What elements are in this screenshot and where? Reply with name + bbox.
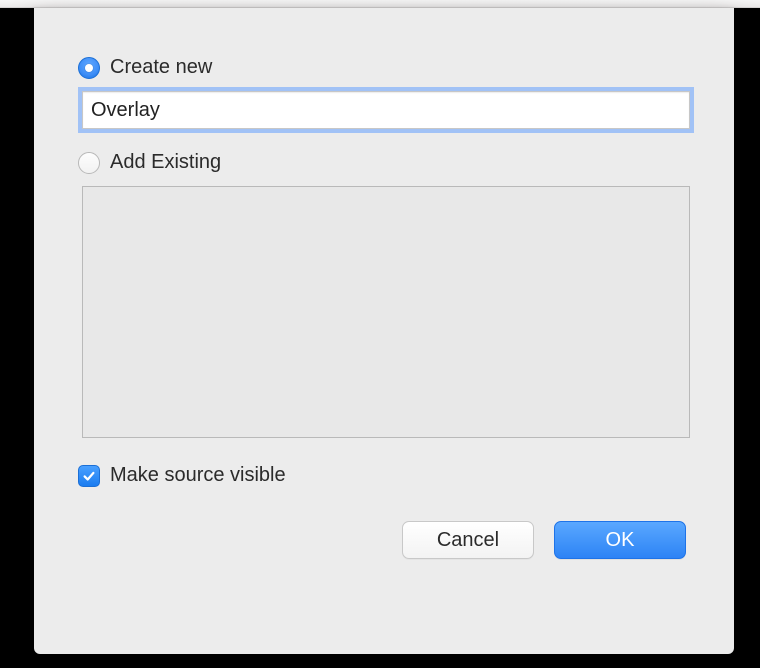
radio-unselected-icon <box>78 152 100 174</box>
cancel-button[interactable]: Cancel <box>402 521 534 559</box>
radio-selected-icon <box>78 57 100 79</box>
dialog-button-row: Cancel OK <box>78 521 690 559</box>
ok-button[interactable]: OK <box>554 521 686 559</box>
create-new-label: Create new <box>110 56 212 79</box>
ok-button-label: OK <box>606 529 635 552</box>
make-visible-label: Make source visible <box>110 464 286 487</box>
add-existing-option[interactable]: Add Existing <box>78 151 690 174</box>
checkbox-checked-icon <box>78 465 100 487</box>
dim-backdrop: Create new Add Existing Make source visi… <box>0 8 760 668</box>
existing-sources-list[interactable] <box>82 186 690 438</box>
source-name-input[interactable] <box>82 91 690 129</box>
cancel-button-label: Cancel <box>437 529 499 552</box>
make-visible-option[interactable]: Make source visible <box>78 464 690 487</box>
dialog-sheet: Create new Add Existing Make source visi… <box>34 8 734 654</box>
create-new-option[interactable]: Create new <box>78 56 690 79</box>
window-titlebar-strip <box>0 0 760 8</box>
add-existing-label: Add Existing <box>110 151 221 174</box>
